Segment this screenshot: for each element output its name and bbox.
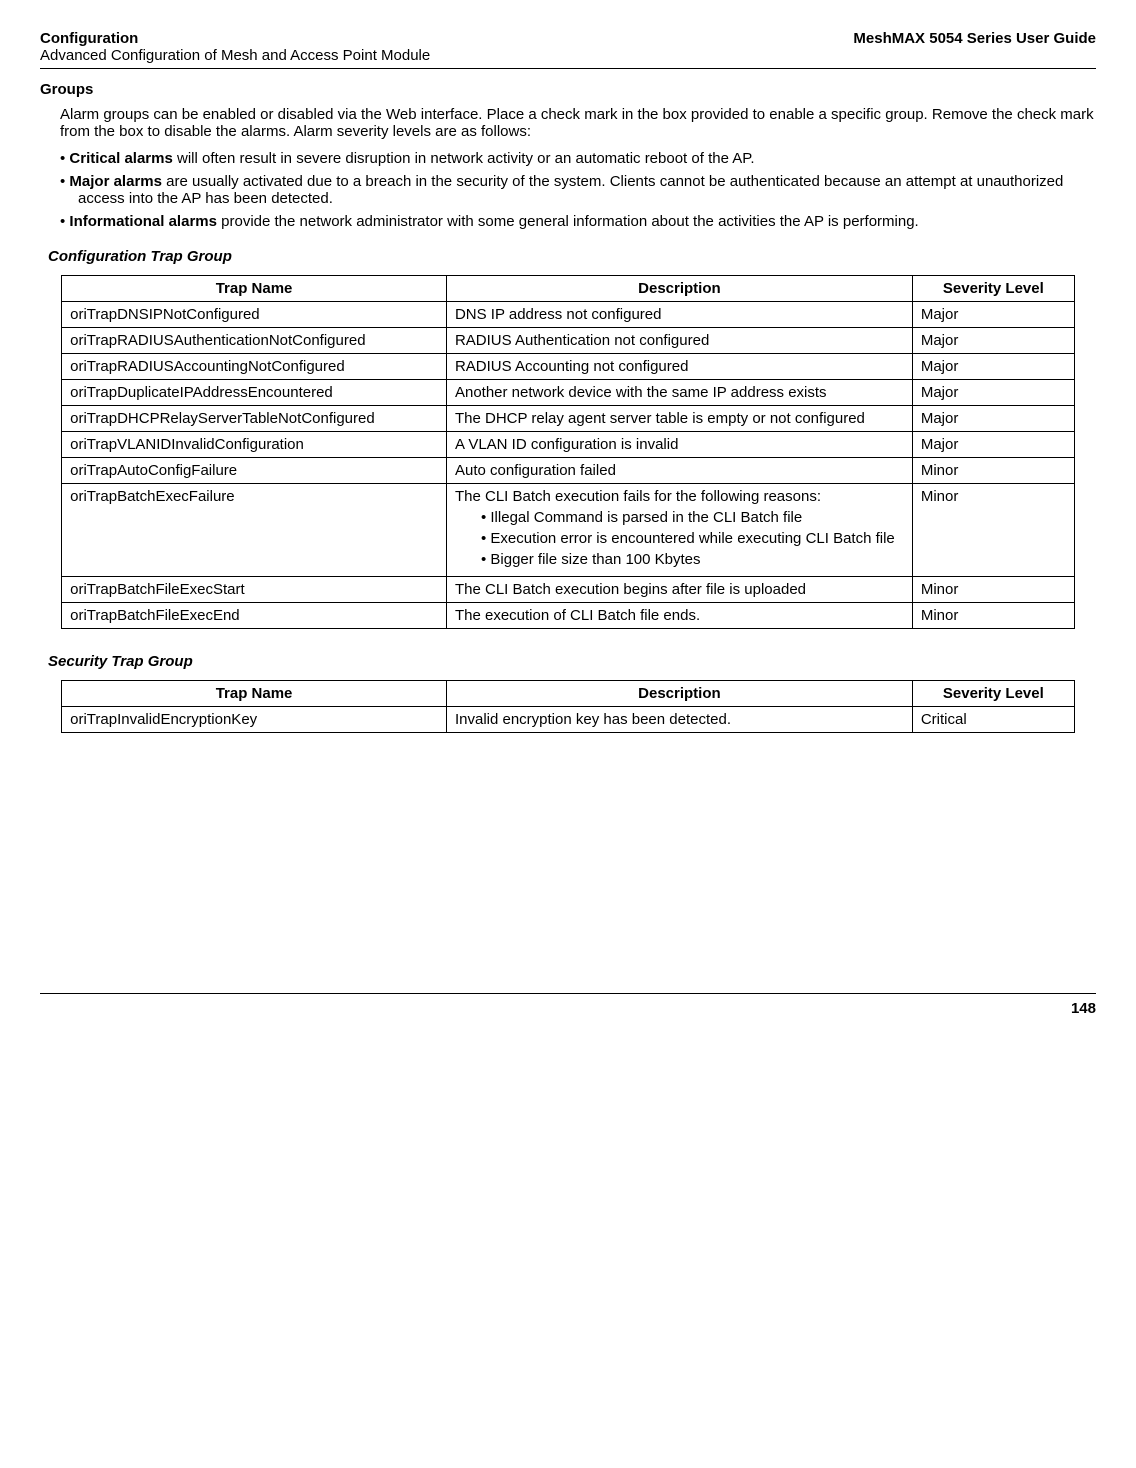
severity-bold: Critical alarms (69, 150, 172, 167)
table-row: oriTrapDHCPRelayServerTableNotConfigured… (62, 406, 1075, 432)
list-item: Bigger file size than 100 Kbytes (481, 551, 904, 568)
cell-description: The DHCP relay agent server table is emp… (446, 406, 912, 432)
list-item: Execution error is encountered while exe… (481, 530, 904, 547)
config-trap-heading: Configuration Trap Group (48, 248, 1096, 265)
cell-trap-name: oriTrapBatchFileExecStart (62, 577, 447, 603)
cell-trap-name: oriTrapRADIUSAuthenticationNotConfigured (62, 328, 447, 354)
cell-severity: Major (912, 380, 1074, 406)
table-row: oriTrapVLANIDInvalidConfiguration A VLAN… (62, 432, 1075, 458)
groups-heading: Groups (40, 81, 1096, 98)
cell-description: Invalid encryption key has been detected… (446, 707, 912, 733)
security-trap-heading: Security Trap Group (48, 653, 1096, 670)
cell-description: The execution of CLI Batch file ends. (446, 603, 912, 629)
table-row: oriTrapDNSIPNotConfigured DNS IP address… (62, 302, 1075, 328)
table-row: oriTrapRADIUSAuthenticationNotConfigured… (62, 328, 1075, 354)
table-row: oriTrapBatchExecFailure The CLI Batch ex… (62, 484, 1075, 577)
severity-list: Critical alarms will often result in sev… (40, 150, 1096, 230)
cell-description: DNS IP address not configured (446, 302, 912, 328)
cell-severity: Minor (912, 577, 1074, 603)
cell-severity: Minor (912, 458, 1074, 484)
cell-trap-name: oriTrapVLANIDInvalidConfiguration (62, 432, 447, 458)
cell-severity: Major (912, 302, 1074, 328)
cell-description: Auto configuration failed (446, 458, 912, 484)
desc-sublist: Illegal Command is parsed in the CLI Bat… (455, 509, 904, 568)
th-trap-name: Trap Name (62, 681, 447, 707)
cell-description: A VLAN ID configuration is invalid (446, 432, 912, 458)
table-row: oriTrapInvalidEncryptionKey Invalid encr… (62, 707, 1075, 733)
table-row: oriTrapDuplicateIPAddressEncountered Ano… (62, 380, 1075, 406)
th-description: Description (446, 681, 912, 707)
intro-paragraph: Alarm groups can be enabled or disabled … (60, 106, 1096, 140)
table-header-row: Trap Name Description Severity Level (62, 681, 1075, 707)
list-item: Critical alarms will often result in sev… (60, 150, 1096, 167)
cell-trap-name: oriTrapDNSIPNotConfigured (62, 302, 447, 328)
page-number: 148 (1071, 1000, 1096, 1017)
table-header-row: Trap Name Description Severity Level (62, 276, 1075, 302)
cell-severity: Minor (912, 603, 1074, 629)
table-row: oriTrapBatchFileExecEnd The execution of… (62, 603, 1075, 629)
page-footer: 148 (40, 993, 1096, 1017)
cell-trap-name: oriTrapBatchFileExecEnd (62, 603, 447, 629)
cell-description: The CLI Batch execution begins after fil… (446, 577, 912, 603)
th-severity: Severity Level (912, 681, 1074, 707)
header-guide: MeshMAX 5054 Series User Guide (853, 30, 1096, 64)
page-header: Configuration Advanced Configuration of … (40, 30, 1096, 69)
cell-severity: Major (912, 406, 1074, 432)
config-trap-table: Trap Name Description Severity Level ori… (61, 275, 1075, 629)
cell-description: RADIUS Authentication not configured (446, 328, 912, 354)
cell-trap-name: oriTrapDHCPRelayServerTableNotConfigured (62, 406, 447, 432)
list-item: Informational alarms provide the network… (60, 213, 1096, 230)
th-severity: Severity Level (912, 276, 1074, 302)
header-left: Configuration Advanced Configuration of … (40, 30, 430, 64)
cell-trap-name: oriTrapAutoConfigFailure (62, 458, 447, 484)
desc-intro: The CLI Batch execution fails for the fo… (455, 488, 821, 505)
cell-severity: Minor (912, 484, 1074, 577)
cell-trap-name: oriTrapBatchExecFailure (62, 484, 447, 577)
cell-severity: Critical (912, 707, 1074, 733)
cell-severity: Major (912, 328, 1074, 354)
table-row: oriTrapBatchFileExecStart The CLI Batch … (62, 577, 1075, 603)
cell-severity: Major (912, 354, 1074, 380)
list-item: Major alarms are usually activated due t… (60, 173, 1096, 207)
cell-trap-name: oriTrapInvalidEncryptionKey (62, 707, 447, 733)
security-trap-table: Trap Name Description Severity Level ori… (61, 680, 1075, 733)
th-description: Description (446, 276, 912, 302)
table-row: oriTrapAutoConfigFailure Auto configurat… (62, 458, 1075, 484)
cell-description: Another network device with the same IP … (446, 380, 912, 406)
severity-rest: are usually activated due to a breach in… (78, 173, 1063, 207)
th-trap-name: Trap Name (62, 276, 447, 302)
severity-bold: Informational alarms (69, 213, 217, 230)
header-section: Configuration (40, 30, 138, 47)
list-item: Illegal Command is parsed in the CLI Bat… (481, 509, 904, 526)
table-row: oriTrapRADIUSAccountingNotConfigured RAD… (62, 354, 1075, 380)
cell-description: RADIUS Accounting not configured (446, 354, 912, 380)
severity-rest: provide the network administrator with s… (217, 213, 919, 230)
severity-bold: Major alarms (69, 173, 162, 190)
header-subtitle: Advanced Configuration of Mesh and Acces… (40, 47, 430, 64)
cell-severity: Major (912, 432, 1074, 458)
cell-trap-name: oriTrapDuplicateIPAddressEncountered (62, 380, 447, 406)
cell-trap-name: oriTrapRADIUSAccountingNotConfigured (62, 354, 447, 380)
severity-rest: will often result in severe disruption i… (173, 150, 755, 167)
cell-description: The CLI Batch execution fails for the fo… (446, 484, 912, 577)
